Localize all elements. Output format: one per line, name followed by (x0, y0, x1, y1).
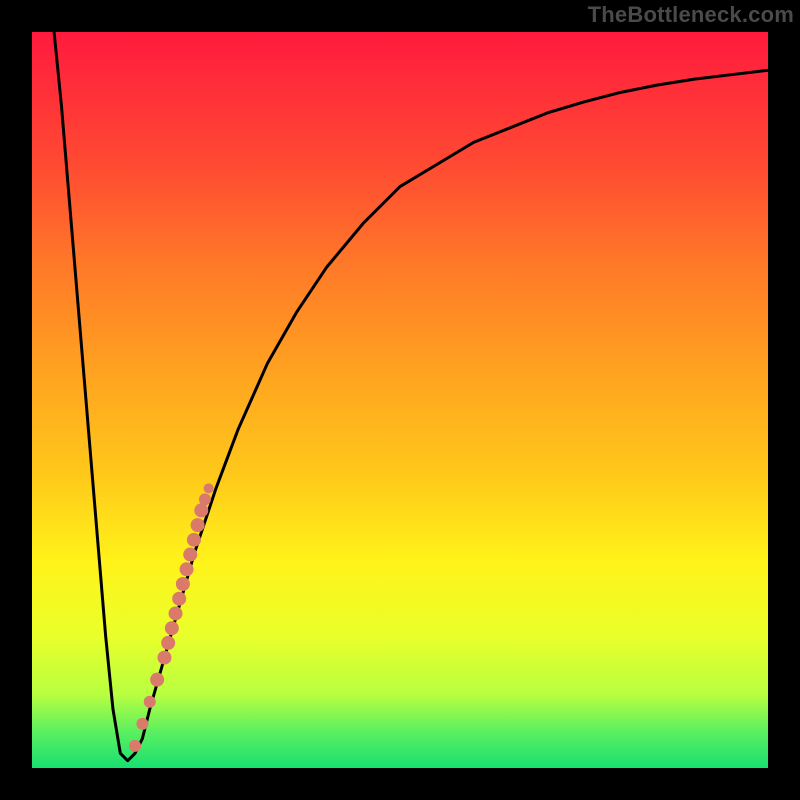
marker-point (191, 518, 205, 532)
marker-point (169, 606, 183, 620)
marker-point (187, 533, 201, 547)
marker-point (183, 548, 197, 562)
marker-point (199, 493, 211, 505)
chart-frame: TheBottleneck.com (0, 0, 800, 800)
watermark-text: TheBottleneck.com (588, 2, 794, 28)
marker-point (194, 503, 208, 517)
marker-point (176, 577, 190, 591)
marker-point (129, 740, 141, 752)
marker-point (204, 483, 214, 493)
bottleneck-curve (54, 32, 768, 761)
marker-point (161, 636, 175, 650)
marker-point (180, 562, 194, 576)
marker-point (172, 592, 186, 606)
marker-point (165, 621, 179, 635)
marker-point (157, 651, 171, 665)
marker-point (144, 696, 156, 708)
marker-point (150, 673, 164, 687)
marker-point (136, 718, 148, 730)
highlighted-points (129, 483, 214, 752)
plot-area (32, 32, 768, 768)
curve-layer (32, 32, 768, 768)
